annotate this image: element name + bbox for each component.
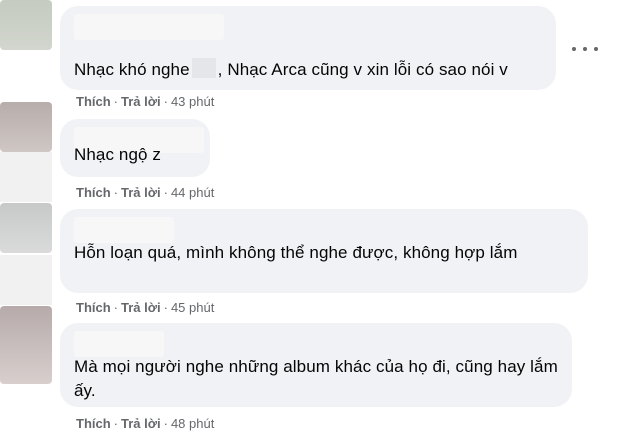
comment-bubble: Nhạc ngộ z [60,119,210,177]
avatar[interactable] [0,102,52,152]
comment-timestamp[interactable]: 48 phút [171,416,214,431]
comment-timestamp[interactable]: 44 phút [171,185,214,200]
commenter-name-redacted[interactable] [74,217,174,243]
separator: · [113,185,119,200]
separator: · [163,300,168,315]
comment-actions: Thích · Trả lời · 43 phút [76,94,214,109]
avatar-placeholder [0,255,52,305]
reply-link[interactable]: Trả lời [121,94,161,109]
comment-text: Nhạc khó nghe , Nhạc Arca cũng v xin lỗi … [74,58,544,82]
more-options-icon[interactable] [572,40,598,58]
avatar-placeholder [0,152,52,202]
like-link[interactable]: Thích [76,94,111,109]
comment-timestamp[interactable]: 43 phút [171,94,214,109]
separator: · [113,300,119,315]
redacted-word [191,58,216,78]
avatar[interactable] [0,306,52,384]
separator: · [113,416,119,431]
comment-timestamp[interactable]: 45 phút [171,300,214,315]
comment-text: Hỗn loạn quá, mình không thể nghe được, … [74,243,518,262]
comment-bubble: Mà mọi người nghe những album khác của h… [60,323,572,407]
commenter-name-redacted[interactable] [74,331,164,357]
like-link[interactable]: Thích [76,416,111,431]
separator: · [113,94,119,109]
reply-link[interactable]: Trả lời [121,416,161,431]
separator: · [163,416,168,431]
commenter-name-redacted[interactable] [74,14,224,40]
comment-actions: Thích · Trả lời · 45 phút [76,300,214,315]
comment-bubble: Hỗn loạn quá, mình không thể nghe được, … [60,209,588,293]
comment-bubble: Nhạc khó nghe , Nhạc Arca cũng v xin lỗi … [60,6,556,90]
comment-text: Nhạc ngộ z [74,145,161,164]
separator: · [163,94,168,109]
like-link[interactable]: Thích [76,185,111,200]
comment-actions: Thích · Trả lời · 48 phút [76,416,214,431]
avatar[interactable] [0,0,52,50]
reply-link[interactable]: Trả lời [121,300,161,315]
reply-link[interactable]: Trả lời [121,185,161,200]
like-link[interactable]: Thích [76,300,111,315]
avatar[interactable] [0,203,52,253]
comment-text-part: Nhạc khó nghe [74,60,190,79]
comment-text: Mà mọi người nghe những album khác của h… [74,357,558,400]
comment-actions: Thích · Trả lời · 44 phút [76,185,214,200]
comment-text-part: , Nhạc Arca cũng v xin lỗi có sao nói v [217,60,508,79]
separator: · [163,185,168,200]
